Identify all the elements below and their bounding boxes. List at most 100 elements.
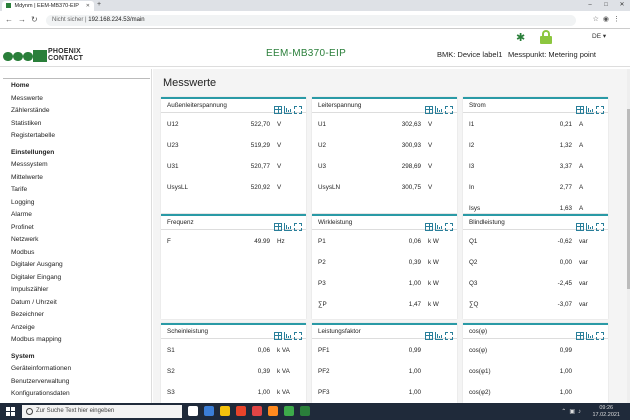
measurement-card: Scheinleistung S1 0,06 k VA S2 0,39 k VA S3 1,00… — [161, 323, 306, 403]
sidebar-item[interactable]: Logging — [11, 197, 151, 210]
measurement-value: 0,06 — [408, 238, 421, 245]
fullscreen-icon[interactable] — [445, 223, 453, 231]
sidebar-item[interactable]: Registertabelle — [11, 130, 151, 143]
table-view-icon[interactable] — [576, 223, 584, 231]
card-toolbar — [423, 218, 453, 231]
table-view-icon[interactable] — [274, 332, 282, 340]
taskbar-apps — [188, 406, 316, 418]
chart-view-icon[interactable] — [586, 223, 594, 231]
taskbar-search-input[interactable]: Zur Suche Text hier eingeben — [22, 405, 182, 418]
sidebar-item[interactable]: Profinet — [11, 222, 151, 235]
chart-view-icon[interactable] — [435, 332, 443, 340]
sidebar-item[interactable]: Messwerte — [11, 93, 151, 106]
url-field[interactable]: Nicht sicher | 192.168.224.53/main — [46, 15, 576, 26]
table-view-icon[interactable] — [576, 332, 584, 340]
chart-view-icon[interactable] — [284, 106, 292, 114]
fullscreen-icon[interactable] — [596, 332, 604, 340]
browser-tab-bar: Mdynm | EEM-MB370-EIP ✕ + – □ ✕ — [0, 0, 630, 11]
measurement-unit: var — [579, 280, 588, 287]
chart-view-icon[interactable] — [586, 332, 594, 340]
table-view-icon[interactable] — [425, 332, 433, 340]
sidebar-group-1: Einstellungen — [11, 148, 55, 156]
close-tab-icon[interactable]: ✕ — [86, 3, 90, 9]
sidebar-item[interactable]: Mittelwerte — [11, 172, 151, 185]
sidebar-item[interactable]: Modbus — [11, 247, 151, 260]
sidebar-item[interactable]: Statistiken — [11, 118, 151, 131]
maximize-icon[interactable]: □ — [598, 0, 614, 11]
measurement-unit: A — [579, 205, 584, 212]
table-view-icon[interactable] — [425, 106, 433, 114]
fullscreen-icon[interactable] — [596, 106, 604, 114]
sidebar-item[interactable]: Benutzerverwaltung — [11, 376, 151, 389]
sidebar-item[interactable]: Tarife — [11, 184, 151, 197]
new-tab-button[interactable]: + — [97, 1, 101, 8]
measurement-label: P3 — [318, 280, 326, 287]
measurement-unit: A — [579, 184, 584, 191]
fullscreen-icon[interactable] — [294, 106, 302, 114]
sidebar-item[interactable]: Konfigurationsdaten — [11, 388, 151, 401]
chart-view-icon[interactable] — [586, 106, 594, 114]
sidebar-group-0[interactable]: Home — [11, 80, 151, 93]
windows-taskbar: Zur Suche Text hier eingeben ⌃▣♪ 09:26 1… — [0, 403, 630, 420]
table-view-icon[interactable] — [274, 106, 282, 114]
sidebar-item[interactable]: Zählerstände — [11, 105, 151, 118]
favicon-icon — [6, 3, 11, 8]
chart-view-icon[interactable] — [435, 106, 443, 114]
table-view-icon[interactable] — [425, 223, 433, 231]
sidebar-item[interactable]: Geräteinformationen — [11, 363, 151, 376]
windows-start-icon[interactable] — [6, 407, 15, 416]
measurement-label: PF3 — [318, 389, 330, 396]
system-tray-icons[interactable]: ⌃▣♪ — [561, 408, 584, 415]
sidebar-item[interactable]: Datum / Uhrzeit — [11, 297, 151, 310]
sidebar-item[interactable]: Modbus mapping — [11, 334, 151, 347]
chrome-icon[interactable] — [284, 406, 294, 416]
chart-view-icon[interactable] — [435, 223, 443, 231]
fullscreen-icon[interactable] — [294, 332, 302, 340]
measurement-card: Blindleistung Q1 -0,62 var Q2 0,00 var Q3 -2,45 v… — [463, 214, 608, 319]
fullscreen-icon[interactable] — [596, 223, 604, 231]
sidebar-item[interactable]: Digitaler Ausgang — [11, 259, 151, 272]
sidebar-item[interactable]: Netzwerk — [11, 234, 151, 247]
chart-view-icon[interactable] — [284, 223, 292, 231]
minimize-icon[interactable]: – — [582, 0, 598, 11]
measurement-value: 2,77 — [559, 184, 572, 191]
back-icon[interactable]: ← — [5, 15, 13, 24]
language-select[interactable]: DE ▾ — [592, 32, 606, 40]
sidebar-item[interactable]: Bezeichner — [11, 309, 151, 322]
fullscreen-icon[interactable] — [294, 223, 302, 231]
card-header: Scheinleistung — [161, 325, 306, 340]
taskbar-clock[interactable]: 09:26 17.02.2021 — [592, 405, 620, 418]
app-icon[interactable] — [300, 406, 310, 416]
task-view-icon[interactable] — [188, 406, 198, 416]
table-view-icon[interactable] — [576, 106, 584, 114]
explorer-icon[interactable] — [220, 406, 230, 416]
browser-tab[interactable]: Mdynm | EEM-MB370-EIP ✕ — [2, 1, 94, 11]
firefox-icon[interactable] — [268, 406, 278, 416]
sidebar-item[interactable]: Impulszähler — [11, 284, 151, 297]
sidebar-item[interactable]: Messsystem — [11, 159, 151, 172]
sidebar-item[interactable]: Anzeige — [11, 322, 151, 335]
lock-icon[interactable] — [540, 30, 552, 44]
measurement-card: cos(φ)cos(φ)0,99cos(φ1)1,00cos(φ2)1,00co… — [463, 323, 608, 403]
browser-toolbar-icons[interactable]: ☆◉⋮ — [593, 15, 624, 23]
forward-icon[interactable]: → — [18, 15, 26, 24]
office-icon[interactable] — [236, 406, 246, 416]
sidebar-item[interactable]: Alarme — [11, 209, 151, 222]
close-window-icon[interactable]: ✕ — [614, 0, 630, 11]
measurement-label: UsysLN — [318, 184, 341, 191]
opera-icon[interactable] — [252, 406, 262, 416]
measurement-row: P2 0,39 k W — [318, 259, 453, 267]
reload-icon[interactable]: ↻ — [31, 15, 38, 24]
device-name: EEM-MB370-EIP — [266, 48, 347, 59]
measurement-unit: V — [277, 121, 282, 128]
table-view-icon[interactable] — [274, 223, 282, 231]
fullscreen-icon[interactable] — [445, 106, 453, 114]
sidebar-item[interactable]: Digitaler Eingang — [11, 272, 151, 285]
edge-icon[interactable] — [204, 406, 214, 416]
measurement-unit: V — [428, 142, 433, 149]
fullscreen-icon[interactable] — [445, 332, 453, 340]
measurement-unit: k VA — [277, 368, 290, 375]
measurement-row: F 49.99 Hz — [167, 238, 302, 246]
chart-view-icon[interactable] — [284, 332, 292, 340]
measurement-value: 520,77 — [250, 163, 270, 170]
